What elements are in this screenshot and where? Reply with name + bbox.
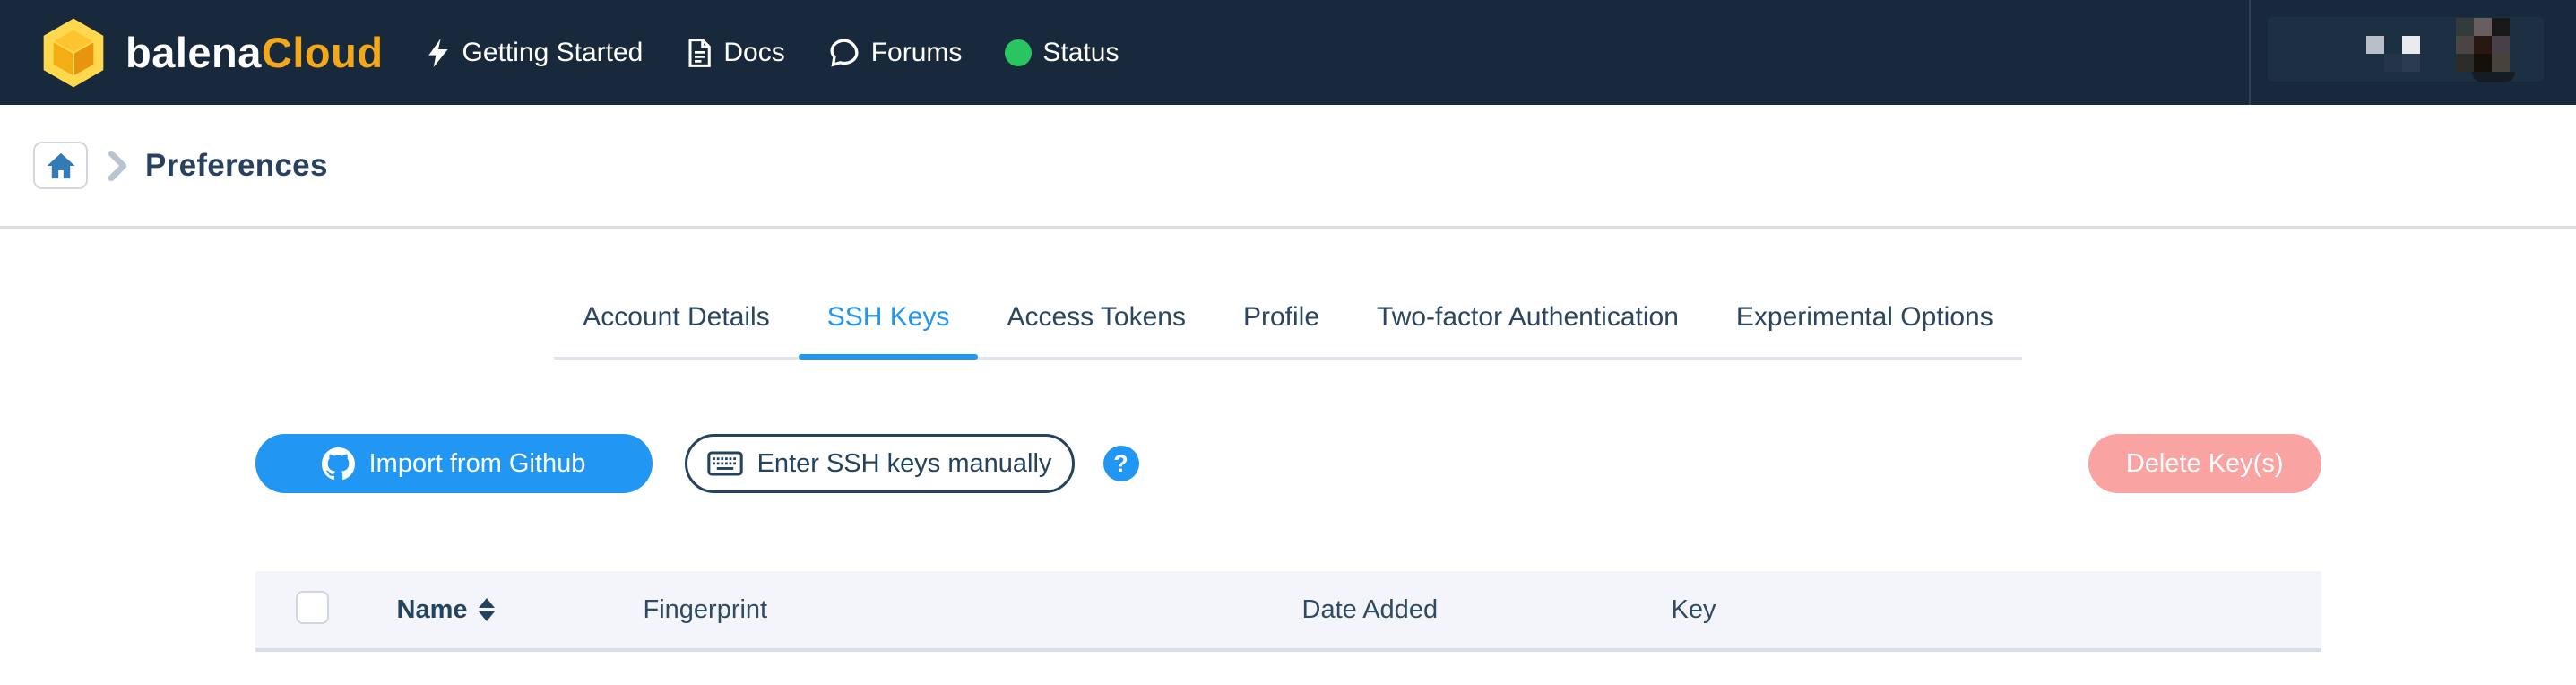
user-menu-button[interactable] xyxy=(2268,17,2544,82)
status-dot-icon xyxy=(1005,39,1033,66)
nav-label: Forums xyxy=(870,37,963,67)
select-all-checkbox[interactable] xyxy=(295,591,329,624)
column-header-name[interactable]: Name xyxy=(397,595,644,625)
nav-status[interactable]: Status xyxy=(1005,38,1119,68)
redacted-username xyxy=(2402,36,2420,54)
page-title: Preferences xyxy=(145,147,328,183)
forums-icon xyxy=(830,38,859,67)
chevron-right-icon xyxy=(108,150,127,181)
tab-experimental-options[interactable]: Experimental Options xyxy=(1707,302,2022,357)
docs-icon xyxy=(688,38,712,67)
ssh-keys-toolbar: Import from Github Enter SSH keys manual… xyxy=(255,434,2321,493)
column-name-label: Name xyxy=(396,594,468,624)
redacted-username xyxy=(2402,54,2420,72)
tab-profile[interactable]: Profile xyxy=(1215,302,1348,357)
import-from-github-label: Import from Github xyxy=(368,448,586,478)
brand-name: balenaCloud xyxy=(125,29,384,76)
navbar-links: Getting Started Docs Forums Status xyxy=(425,38,1119,68)
lightning-icon xyxy=(428,38,448,67)
delete-keys-label: Delete Key(s) xyxy=(2125,448,2284,478)
navbar-divider xyxy=(2249,0,2251,105)
redacted-username xyxy=(2366,36,2384,54)
tab-ssh-keys[interactable]: SSH Keys xyxy=(798,302,979,360)
top-navbar: balenaCloud Getting Started Docs Forums xyxy=(0,0,2576,105)
nav-label: Docs xyxy=(723,37,785,67)
import-from-github-button[interactable]: Import from Github xyxy=(255,434,653,493)
nav-docs[interactable]: Docs xyxy=(686,37,785,68)
redacted-username xyxy=(2384,54,2402,72)
select-all-cell xyxy=(295,591,329,629)
tabs-wrap: Account Details SSH Keys Access Tokens P… xyxy=(255,302,2321,360)
nav-label: Status xyxy=(1042,37,1119,67)
nav-forums[interactable]: Forums xyxy=(828,37,963,68)
breadcrumb: Preferences xyxy=(0,105,2576,229)
balena-cube-icon xyxy=(43,18,104,87)
enter-ssh-keys-manually-label: Enter SSH keys manually xyxy=(756,448,1052,478)
column-header-date-added: Date Added xyxy=(1301,594,1439,624)
preferences-content: Account Details SSH Keys Access Tokens P… xyxy=(255,302,2321,652)
nav-label: Getting Started xyxy=(462,37,644,67)
nav-getting-started[interactable]: Getting Started xyxy=(425,37,644,68)
ssh-keys-table-header: Name Fingerprint Date Added Key xyxy=(255,571,2321,652)
home-icon xyxy=(46,152,75,178)
brand-logo[interactable]: balenaCloud xyxy=(38,17,384,89)
home-button[interactable] xyxy=(33,142,88,189)
avatar-caret xyxy=(2472,72,2515,82)
help-icon[interactable]: ? xyxy=(1102,446,1139,481)
sort-icon xyxy=(478,598,495,621)
tab-two-factor-authentication[interactable]: Two-factor Authentication xyxy=(1348,302,1707,357)
column-header-key: Key xyxy=(1671,594,1716,624)
delete-keys-button[interactable]: Delete Key(s) xyxy=(2088,434,2321,493)
keyboard-icon xyxy=(706,451,743,476)
enter-ssh-keys-manually-button[interactable]: Enter SSH keys manually xyxy=(684,434,1075,493)
column-header-fingerprint: Fingerprint xyxy=(643,594,768,624)
github-icon xyxy=(321,447,355,480)
avatar xyxy=(2456,18,2510,72)
tab-account-details[interactable]: Account Details xyxy=(554,302,798,357)
preferences-tabs: Account Details SSH Keys Access Tokens P… xyxy=(554,302,2022,360)
tab-access-tokens[interactable]: Access Tokens xyxy=(978,302,1215,357)
